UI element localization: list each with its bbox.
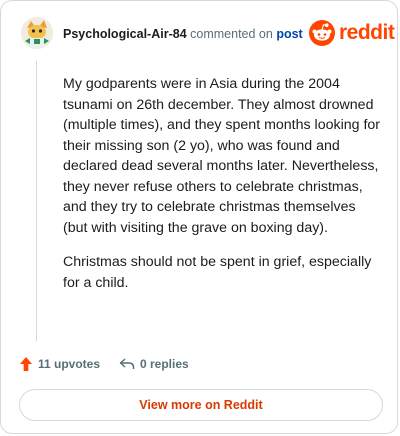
reddit-snoo-icon	[309, 20, 335, 46]
post-link[interactable]: post	[276, 27, 302, 41]
upvote-arrow-icon	[20, 357, 32, 371]
comment-paragraph: My godparents were in Asia during the 20…	[63, 76, 381, 236]
user-avatar[interactable]	[21, 17, 53, 49]
thread-line	[36, 61, 37, 341]
comment-body: My godparents were in Asia during the 20…	[63, 74, 381, 307]
comment-paragraph: Christmas should not be spent in grief, …	[63, 254, 372, 291]
upvotes-count: 11 upvotes	[38, 357, 101, 371]
reddit-logo[interactable]: reddit	[309, 19, 395, 47]
action-text: commented on	[190, 27, 273, 41]
view-more-button[interactable]: View more on Reddit	[19, 389, 383, 421]
username-link[interactable]: Psychological-Air-84	[63, 27, 187, 41]
replies-stat[interactable]: 0 replies	[119, 353, 189, 375]
reddit-wordmark: reddit	[339, 21, 395, 44]
reddit-comment-card: Psychological-Air-84 commented on post r…	[0, 0, 398, 434]
replies-count: 0 replies	[140, 357, 189, 371]
reply-arrow-icon	[119, 358, 135, 369]
comment-header: Psychological-Air-84 commented on post	[63, 25, 303, 43]
upvotes-stat[interactable]: 11 upvotes	[19, 353, 100, 375]
